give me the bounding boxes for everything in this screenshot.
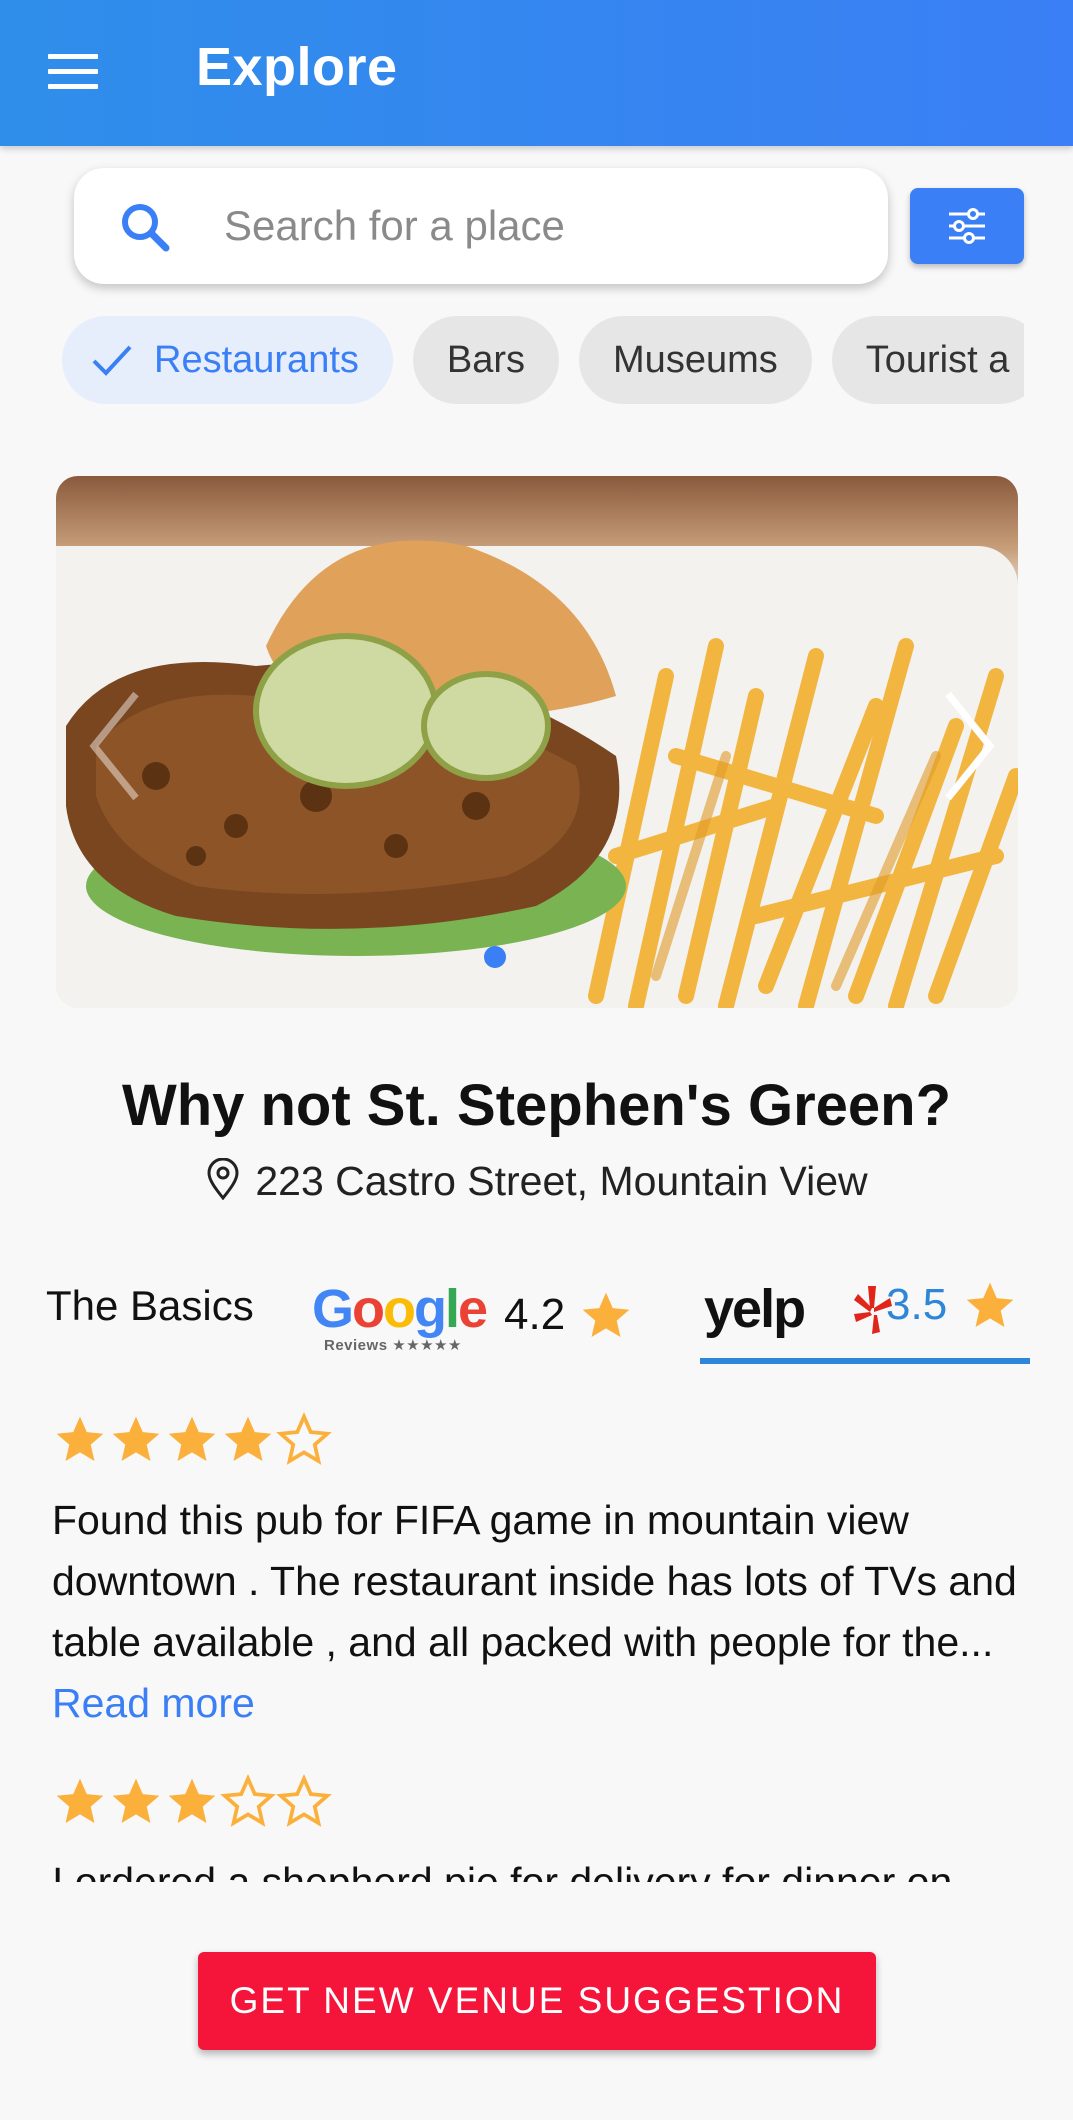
chip-label: Museums xyxy=(613,339,778,381)
star-rating xyxy=(52,1412,1020,1472)
google-rating: 4.2 xyxy=(504,1290,566,1339)
hamburger-menu-icon[interactable] xyxy=(38,48,110,98)
chip-restaurants[interactable]: Restaurants xyxy=(62,316,393,404)
chevron-right-icon[interactable] xyxy=(928,676,1008,816)
star-outline-icon xyxy=(276,1774,332,1827)
review-body: Found this pub for FIFA game in mountain… xyxy=(52,1497,1017,1665)
star-filled-icon xyxy=(56,1416,104,1461)
review-text: Found this pub for FIFA game in mountain… xyxy=(52,1490,1020,1734)
search-icon xyxy=(122,204,170,252)
carousel-indicator-dot[interactable] xyxy=(484,946,506,968)
chip-label: Tourist a xyxy=(865,339,1010,381)
venue-photo-carousel[interactable] xyxy=(56,476,1018,1008)
star-outline-icon xyxy=(220,1774,276,1827)
star-filled-icon xyxy=(112,1778,160,1823)
search-input[interactable] xyxy=(224,192,854,260)
review-item: Found this pub for FIFA game in mountain… xyxy=(52,1412,1020,1734)
star-filled-icon xyxy=(56,1778,104,1823)
venue-address: 223 Castro Street, Mountain View xyxy=(255,1158,868,1204)
yelp-rating: 3.5 xyxy=(886,1280,948,1329)
star-icon xyxy=(966,1282,1014,1327)
review-text: I ordered a shepherd pie for delivery fo… xyxy=(52,1852,1020,1882)
star-filled-icon xyxy=(224,1416,272,1461)
google-reviews-sublabel: Reviews ★★★★★ xyxy=(324,1337,462,1354)
sliders-icon xyxy=(949,208,985,244)
filter-button[interactable] xyxy=(910,188,1024,264)
reviews-list: Found this pub for FIFA game in mountain… xyxy=(52,1412,1020,1882)
search-bar[interactable] xyxy=(74,168,888,284)
venue-address-row: 223 Castro Street, Mountain View xyxy=(0,1158,1073,1205)
location-pin-icon xyxy=(207,1158,239,1201)
page-title: Explore xyxy=(196,37,398,97)
yelp-logo: yelp xyxy=(704,1279,806,1339)
explore-screen: Explore Restaurants Bars Museums Tourist a xyxy=(0,0,1073,2120)
star-filled-icon xyxy=(168,1778,216,1823)
tab-yelp-reviews[interactable]: yelp 3.5 xyxy=(700,1272,1030,1364)
category-chips: Restaurants Bars Museums Tourist a xyxy=(62,316,1024,406)
star-icon xyxy=(582,1292,630,1337)
chip-tourist-attractions[interactable]: Tourist a xyxy=(831,316,1024,404)
check-icon xyxy=(92,345,132,376)
tab-the-basics[interactable]: The Basics xyxy=(46,1282,254,1330)
chevron-left-icon[interactable] xyxy=(76,676,156,816)
star-outline-icon xyxy=(276,1412,332,1465)
review-body: I ordered a shepherd pie for delivery fo… xyxy=(52,1859,953,1882)
star-filled-icon xyxy=(112,1416,160,1461)
star-filled-icon xyxy=(168,1416,216,1461)
get-new-venue-button[interactable]: GET NEW VENUE SUGGESTION xyxy=(198,1952,876,2050)
chip-bars[interactable]: Bars xyxy=(412,316,560,404)
chip-label: Bars xyxy=(446,339,526,381)
read-more-link[interactable]: Read more xyxy=(52,1680,255,1726)
google-reviews-logo: Google xyxy=(312,1279,488,1339)
chip-label: Restaurants xyxy=(154,339,359,381)
chip-museums[interactable]: Museums xyxy=(579,316,812,404)
review-item: I ordered a shepherd pie for delivery fo… xyxy=(52,1774,1020,1882)
venue-name: Why not St. Stephen's Green? xyxy=(121,1073,952,1138)
tab-google-reviews[interactable]: Google Reviews ★★★★★ 4.2 xyxy=(312,1278,642,1358)
app-bar: Explore xyxy=(0,0,1073,146)
star-rating xyxy=(52,1774,1020,1834)
